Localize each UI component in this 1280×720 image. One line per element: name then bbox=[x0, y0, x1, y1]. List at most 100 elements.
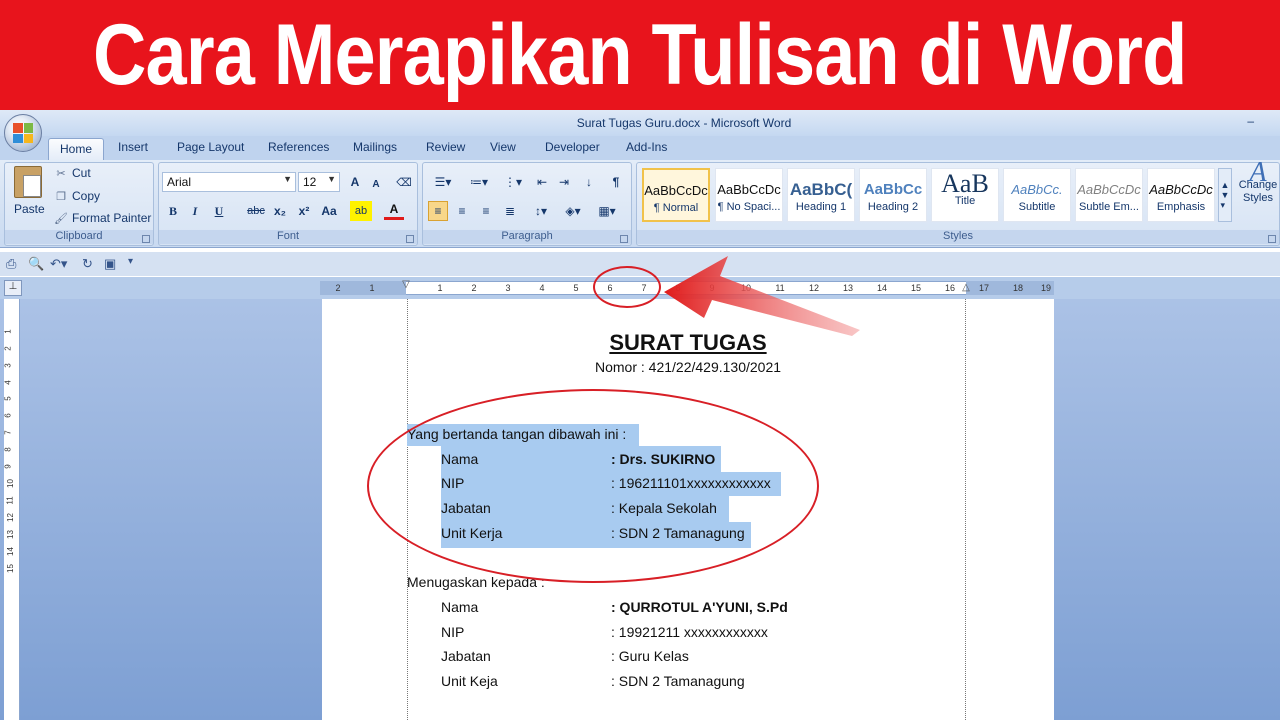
style-heading-1[interactable]: AaBbC(Heading 1 bbox=[787, 168, 855, 222]
style-subtitle[interactable]: AaBbCc. Subtitle bbox=[1003, 168, 1071, 222]
vruler-tick: 5 bbox=[3, 396, 13, 401]
print-icon[interactable]: ⎙ bbox=[6, 256, 16, 272]
vruler-tick: 6 bbox=[3, 413, 13, 418]
align-left-icon[interactable]: ≡ bbox=[428, 201, 448, 221]
ruler-tick: 19 bbox=[1040, 283, 1051, 293]
assignee-unit-value: : SDN 2 Tamanagung bbox=[611, 673, 745, 689]
tab-mailings[interactable]: Mailings bbox=[353, 140, 397, 154]
ruler-tick: 17 bbox=[978, 283, 989, 293]
tab-view[interactable]: View bbox=[490, 140, 516, 154]
vruler-tick: 10 bbox=[5, 479, 15, 488]
subscript-button[interactable]: x₂ bbox=[270, 201, 290, 221]
clear-formatting-icon[interactable]: ⌫ bbox=[394, 172, 414, 192]
window-title: Surat Tugas Guru.docx - Microsoft Word bbox=[576, 116, 792, 130]
styles-launcher[interactable] bbox=[1268, 235, 1276, 243]
change-styles-button[interactable]: A Change Styles bbox=[1236, 157, 1280, 205]
ruler-tick: 1 bbox=[369, 283, 375, 293]
vruler-tick: 15 bbox=[5, 564, 15, 573]
font-group-label: Font bbox=[159, 230, 417, 244]
underline-button[interactable]: U bbox=[210, 201, 228, 221]
paste-icon[interactable] bbox=[14, 166, 42, 198]
vruler-tick: 2 bbox=[3, 346, 13, 351]
change-case-button[interactable]: Aa bbox=[318, 201, 340, 221]
paragraph-launcher[interactable] bbox=[620, 235, 628, 243]
customize-toolbar-icon[interactable]: ▾ bbox=[128, 256, 133, 267]
font-launcher[interactable] bbox=[406, 235, 414, 243]
vruler-tick: 12 bbox=[5, 513, 15, 522]
ruler-tick: 15 bbox=[910, 283, 921, 293]
vruler-tick: 8 bbox=[3, 447, 13, 452]
tab-page-layout[interactable]: Page Layout bbox=[177, 140, 244, 154]
ruler-tick: 11 bbox=[775, 283, 785, 293]
ruler-tick: 13 bbox=[842, 283, 853, 293]
tab-selector[interactable]: ⊥ bbox=[4, 280, 22, 296]
tab-references[interactable]: References bbox=[268, 140, 329, 154]
style-no-spacing[interactable]: AaBbCcDc ¶ No Spaci... bbox=[715, 168, 783, 222]
bullets-icon[interactable]: ☰▾ bbox=[428, 172, 458, 192]
indent-marker-icon[interactable]: ▽ bbox=[398, 279, 414, 290]
show-marks-button[interactable]: ¶ bbox=[606, 172, 626, 192]
undo-icon[interactable]: ↶▾ bbox=[50, 256, 67, 272]
chevron-down-icon: ▼ bbox=[327, 174, 336, 184]
superscript-button[interactable]: x² bbox=[294, 201, 314, 221]
tab-home[interactable]: Home bbox=[48, 138, 104, 161]
save-icon[interactable]: ▣ bbox=[104, 256, 116, 272]
ruler-tick: 2 bbox=[471, 283, 477, 293]
line-spacing-icon[interactable]: ↕▾ bbox=[528, 201, 554, 221]
format-painter-button[interactable]: 🖌 Format Painter bbox=[54, 211, 151, 225]
vertical-ruler[interactable] bbox=[4, 299, 20, 720]
numbering-icon[interactable]: ≔▾ bbox=[464, 172, 494, 192]
italic-button[interactable]: I bbox=[186, 201, 204, 221]
align-center-icon[interactable]: ≡ bbox=[452, 201, 472, 221]
style-title[interactable]: AaB Title bbox=[931, 168, 999, 222]
ruler-tick: 4 bbox=[539, 283, 545, 293]
print-preview-icon[interactable]: 🔍 bbox=[28, 256, 44, 272]
redo-icon[interactable]: ↻ bbox=[82, 256, 93, 272]
chevron-down-icon: ▼ bbox=[283, 174, 292, 184]
multilevel-list-icon[interactable]: ⋮▾ bbox=[498, 172, 528, 192]
ruler-tick: 18 bbox=[1012, 283, 1023, 293]
shrink-font-button[interactable]: A bbox=[368, 174, 384, 194]
styles-scroll-icon[interactable]: ▲ ▼ ▾ bbox=[1218, 168, 1232, 222]
font-name-select[interactable]: Arial ▼ bbox=[162, 172, 296, 192]
style-normal[interactable]: AaBbCcDc ¶ Normal bbox=[642, 168, 710, 222]
tab-add-ins[interactable]: Add-Ins bbox=[626, 140, 667, 154]
document-title: SURAT TUGAS bbox=[609, 330, 767, 355]
font-size-select[interactable]: 12 ▼ bbox=[298, 172, 340, 192]
justify-icon[interactable]: ≣ bbox=[500, 201, 520, 221]
ruler-tick: 5 bbox=[573, 283, 579, 293]
style-subtle-emphasis[interactable]: AaBbCcDc Subtle Em... bbox=[1075, 168, 1143, 222]
ruler-tick: 12 bbox=[808, 283, 819, 293]
cut-button[interactable]: ✂ Cut bbox=[54, 166, 90, 180]
grow-font-button[interactable]: A bbox=[346, 172, 364, 192]
copy-icon: ❐ bbox=[56, 191, 66, 203]
shading-icon[interactable]: ◈▾ bbox=[560, 201, 586, 221]
style-emphasis[interactable]: AaBbCcDc Emphasis bbox=[1147, 168, 1215, 222]
office-button[interactable] bbox=[4, 114, 42, 152]
clipboard-launcher[interactable] bbox=[142, 235, 150, 243]
assignee-nip-value: : 19921211 xxxxxxxxxxxx bbox=[611, 624, 768, 640]
strikethrough-button[interactable]: abc bbox=[244, 201, 268, 221]
vruler-tick: 11 bbox=[5, 496, 15, 505]
ruler-highlight-circle bbox=[593, 266, 661, 308]
bold-button[interactable]: B bbox=[164, 201, 182, 221]
tab-review[interactable]: Review bbox=[426, 140, 465, 154]
borders-icon[interactable]: ▦▾ bbox=[594, 201, 620, 221]
tab-insert[interactable]: Insert bbox=[118, 140, 148, 154]
change-styles-icon: A bbox=[1249, 157, 1267, 188]
copy-button[interactable]: ❐ Copy bbox=[54, 189, 100, 203]
align-right-icon[interactable]: ≡ bbox=[476, 201, 496, 221]
ruler-tick: 9 bbox=[709, 283, 715, 293]
right-indent-marker-icon[interactable]: △ bbox=[958, 282, 974, 293]
decrease-indent-icon[interactable]: ⇤ bbox=[532, 172, 552, 192]
sort-icon[interactable]: ↓ bbox=[578, 172, 600, 192]
increase-indent-icon[interactable]: ⇥ bbox=[554, 172, 574, 192]
style-heading-2[interactable]: AaBbCc Heading 2 bbox=[859, 168, 927, 222]
minimize-button[interactable]: – bbox=[1247, 114, 1254, 128]
font-color-icon[interactable]: A bbox=[384, 200, 404, 220]
vruler-tick: 7 bbox=[3, 430, 13, 435]
highlight-icon[interactable]: ab bbox=[350, 201, 372, 221]
tab-developer[interactable]: Developer bbox=[545, 140, 600, 154]
office-logo-icon bbox=[13, 123, 33, 143]
paste-button[interactable]: Paste bbox=[14, 202, 45, 216]
